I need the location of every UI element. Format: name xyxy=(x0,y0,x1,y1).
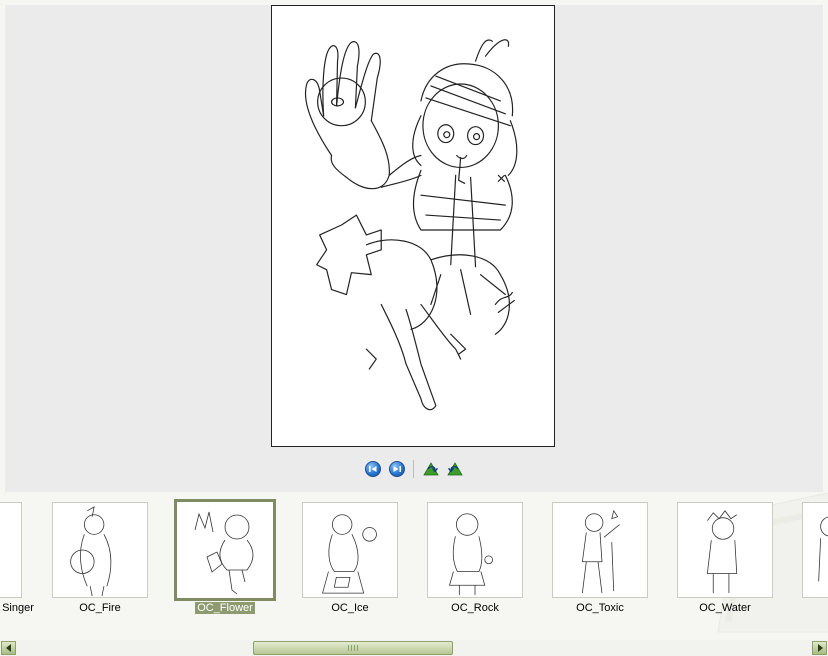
sketch-thumbnail xyxy=(449,513,494,596)
rotate-clockwise-button[interactable] xyxy=(422,461,440,477)
thumbnail-oc-toxic[interactable] xyxy=(552,502,648,598)
thumbnail-oc-fire[interactable] xyxy=(52,502,148,598)
sketch-thumbnail xyxy=(818,516,828,582)
scroll-right-icon xyxy=(817,644,823,652)
thumbnail-oc-water[interactable] xyxy=(677,502,773,598)
scroll-right-button[interactable] xyxy=(812,641,827,655)
thumbnail-label: OC_Fire xyxy=(79,602,121,614)
thumbnail-label: OC_Toxic xyxy=(576,602,624,614)
scroll-left-icon xyxy=(5,644,11,652)
flower-character-sketch xyxy=(304,39,518,411)
main-image[interactable] xyxy=(271,5,555,447)
skip-forward-icon xyxy=(393,466,401,472)
sketch-thumbnail xyxy=(706,510,738,594)
thumbnail-label: OC_Ice xyxy=(331,602,369,614)
horizontal-scrollbar[interactable] xyxy=(0,640,828,656)
viewer-toolbar xyxy=(365,459,470,479)
filmstrip: Singer OC_Fire OC_Flower OC_Ice OC_Rock … xyxy=(0,492,828,638)
thumbnail-label: OC_Water xyxy=(699,602,751,614)
rotate-clockwise-icon xyxy=(423,462,439,476)
scrollbar-thumb[interactable] xyxy=(253,641,453,655)
rotate-counterclockwise-icon xyxy=(447,462,463,476)
thumbnail-label: OC xyxy=(790,602,828,615)
next-image-button[interactable] xyxy=(389,461,405,477)
thumbnail-oc-ice[interactable] xyxy=(302,502,398,598)
thumbnail-oc-flower[interactable] xyxy=(174,499,276,601)
thumbnail-label: OC_Rock xyxy=(451,602,499,614)
image-preview-pane xyxy=(5,5,823,492)
sketch-thumbnail xyxy=(0,503,21,597)
toolbar-separator xyxy=(413,460,414,478)
rotate-counterclockwise-button[interactable] xyxy=(446,461,464,477)
sketch-thumbnail xyxy=(322,514,377,594)
skip-back-icon xyxy=(369,466,377,472)
thumbnail-label-selected: OC_Flower xyxy=(195,602,255,614)
scroll-left-button[interactable] xyxy=(1,641,16,655)
thumbnail-oc-partial[interactable] xyxy=(802,502,828,598)
thumbnail-singer[interactable] xyxy=(0,502,22,598)
sketch-thumbnail xyxy=(194,511,254,595)
previous-image-button[interactable] xyxy=(365,461,381,477)
sketch-thumbnail xyxy=(70,506,112,597)
sketch-thumbnail xyxy=(581,509,620,594)
thumbnail-oc-rock[interactable] xyxy=(427,502,523,598)
